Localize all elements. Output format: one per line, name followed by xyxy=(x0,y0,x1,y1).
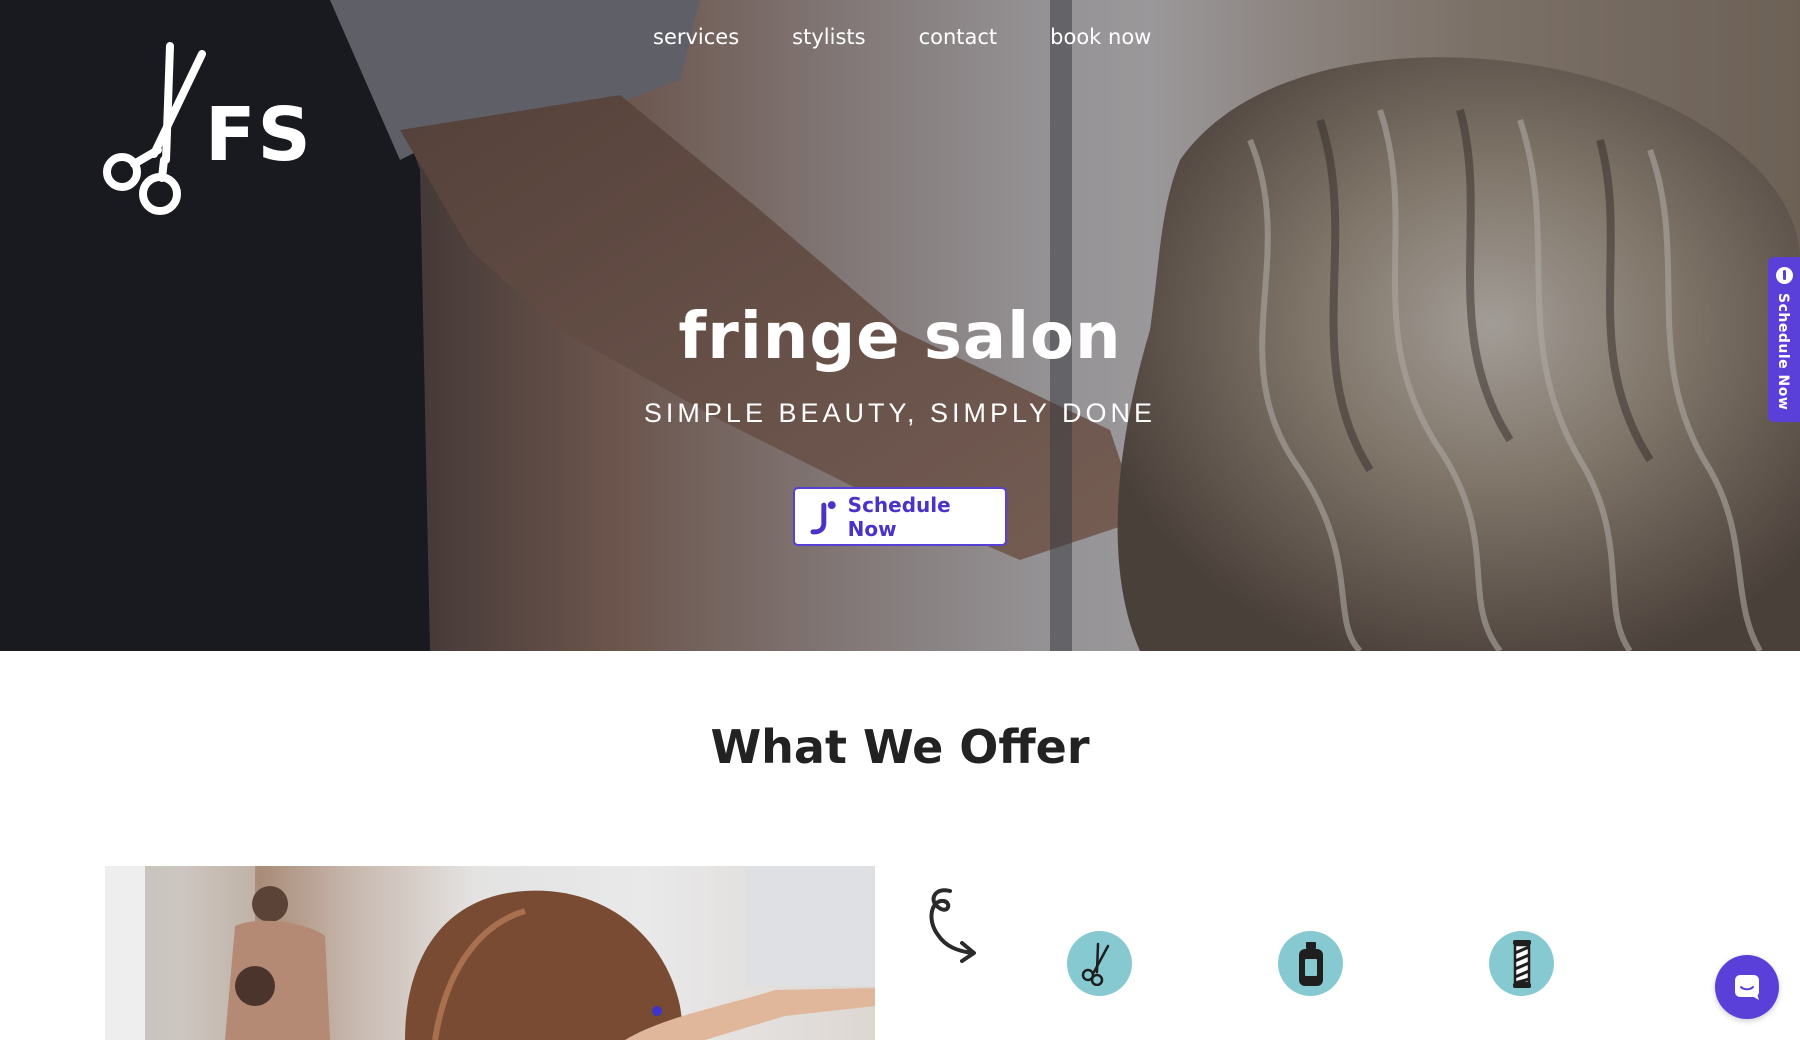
scissors-service-icon[interactable] xyxy=(1067,931,1132,996)
hero-title: fringe salon xyxy=(678,300,1122,374)
scissors-icon xyxy=(1081,942,1109,986)
nav-link-contact[interactable]: contact xyxy=(919,22,998,52)
chat-launcher-button[interactable] xyxy=(1715,955,1779,1019)
offer-section-title: What We Offer xyxy=(710,720,1090,774)
chat-icon xyxy=(1735,975,1759,1000)
curly-arrow-icon xyxy=(929,888,976,963)
hero-section: FS services stylists contact book now fr… xyxy=(0,0,1800,651)
booking-logo-icon xyxy=(810,500,836,534)
logo-text[interactable]: FS xyxy=(205,92,313,178)
product-service-icon[interactable] xyxy=(1278,931,1343,996)
schedule-now-button[interactable]: Schedule Now xyxy=(793,487,1007,546)
salon-photo-art xyxy=(105,866,875,1040)
nav-link-stylists[interactable]: stylists xyxy=(792,22,865,52)
barber-pole-icon xyxy=(1512,939,1531,988)
top-navigation: services stylists contact book now xyxy=(653,22,1151,52)
nav-link-services[interactable]: services xyxy=(653,22,739,52)
schedule-now-side-tab[interactable]: Schedule Now xyxy=(1768,257,1800,422)
nav-link-book-now[interactable]: book now xyxy=(1050,22,1151,52)
side-tab-label: Schedule Now xyxy=(1775,293,1791,411)
hero-subtitle: SIMPLE BEAUTY, SIMPLY DONE xyxy=(643,398,1157,428)
barber-service-icon[interactable] xyxy=(1489,931,1554,996)
booking-logo-icon xyxy=(1776,267,1793,284)
schedule-now-label: Schedule Now xyxy=(847,492,951,541)
product-bottle-icon xyxy=(1298,941,1323,986)
offer-photo xyxy=(105,866,875,1040)
